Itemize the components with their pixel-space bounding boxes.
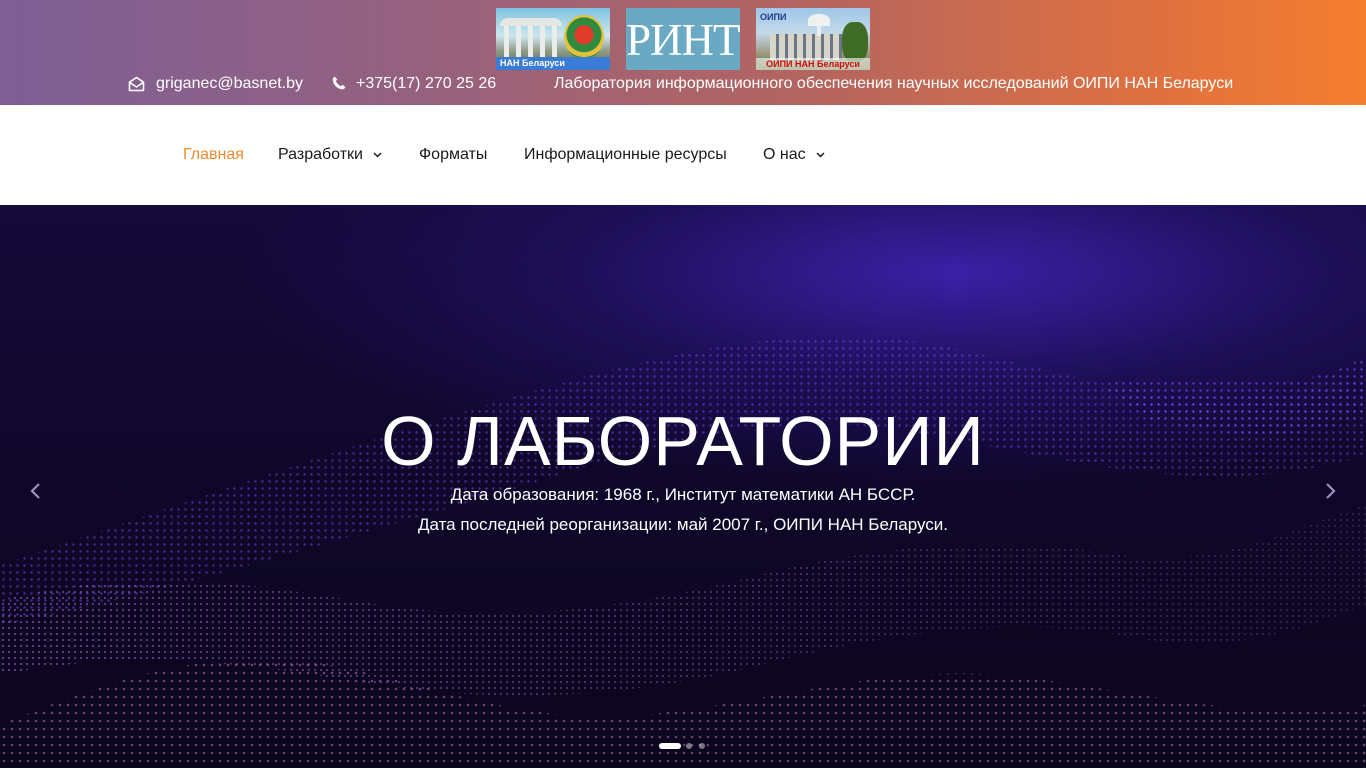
nav-item-formats[interactable]: Форматы — [419, 145, 487, 165]
hero-title: О ЛАБОРАТОРИИ — [381, 402, 985, 480]
nav-item-about[interactable]: О нас — [763, 145, 825, 165]
partner-logos: НАН Беларуси РИНТИ ОИПИ ОИПИ НАН Беларус… — [0, 8, 1366, 70]
lab-name: Лаборатория информационного обеспечения … — [554, 75, 1234, 92]
nav-item-label: Форматы — [419, 146, 488, 163]
email-address[interactable]: griganec@basnet.by — [156, 74, 303, 94]
nav-item-home[interactable]: Главная — [183, 145, 244, 165]
phone-number[interactable]: +375(17) 270 25 26 — [356, 74, 496, 94]
chevron-down-icon — [816, 152, 825, 158]
chevron-left-icon — [30, 483, 40, 499]
coat-of-arms-icon — [564, 15, 604, 59]
nav-item-label: Главная — [183, 146, 244, 163]
rinti-logo-text: РИНТИ — [626, 15, 740, 65]
chevron-right-icon — [1326, 483, 1336, 499]
hero-reorganization-date: Дата последней реорганизации: май 2007 г… — [417, 515, 949, 534]
top-header-bar: НАН Беларуси РИНТИ ОИПИ ОИПИ НАН Беларус… — [0, 0, 1366, 105]
nav-item-developments[interactable]: Разработки — [278, 145, 382, 165]
nav-item-label: Информационные ресурсы — [524, 146, 727, 163]
oipi-logo[interactable]: ОИПИ ОИПИ НАН Беларуси — [756, 8, 870, 70]
slider-dot-1[interactable] — [659, 743, 681, 749]
hero-slider: О ЛАБОРАТОРИИ Дата образования: 1968 г.,… — [0, 205, 1366, 768]
phone-icon — [332, 76, 346, 90]
slider-dot-2[interactable] — [686, 743, 692, 749]
envelope-icon — [128, 76, 145, 92]
slider-prev-button[interactable] — [26, 481, 46, 501]
slider-dot-3[interactable] — [699, 743, 705, 749]
chevron-down-icon — [373, 152, 382, 158]
rinti-logo[interactable]: РИНТИ — [626, 8, 740, 70]
oipi-logo-caption: ОИПИ НАН Беларуси — [756, 58, 870, 70]
nav-item-info-resources[interactable]: Информационные ресурсы — [524, 145, 727, 165]
oipi-mini-label: ОИПИ — [760, 12, 787, 22]
main-navigation: Главная Разработки Форматы Информационны… — [0, 105, 1366, 205]
nan-belarus-logo[interactable]: НАН Беларуси — [496, 8, 610, 70]
satellite-dish-icon — [808, 14, 830, 26]
slider-next-button[interactable] — [1320, 481, 1340, 501]
nav-item-label: Разработки — [278, 146, 363, 163]
nan-logo-caption: НАН Беларуси — [496, 57, 610, 70]
hero-founding-date: Дата образования: 1968 г., Институт мате… — [450, 485, 916, 504]
nav-item-label: О нас — [763, 146, 806, 163]
